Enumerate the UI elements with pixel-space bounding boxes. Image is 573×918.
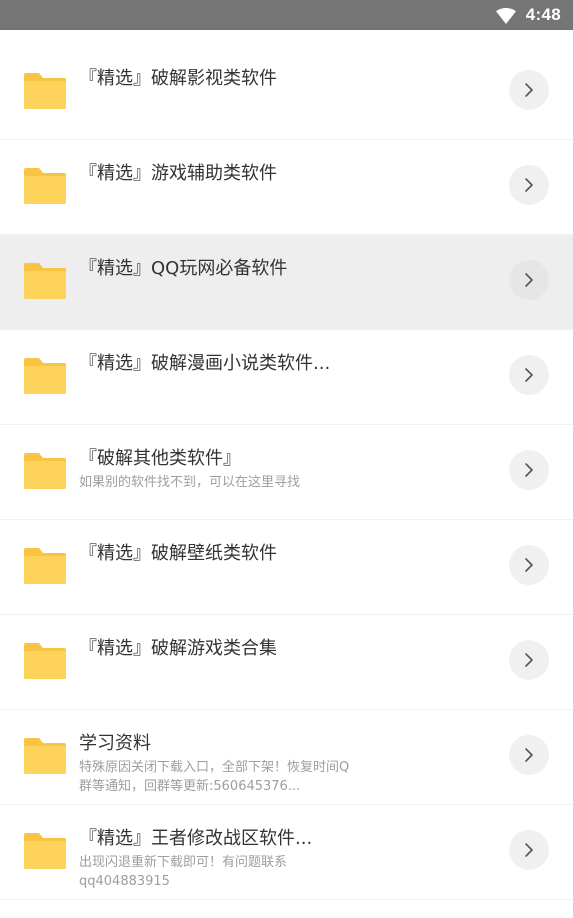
item-title: 『精选』破解游戏类合集 <box>79 638 277 659</box>
list-item-5[interactable]: 『破解其他类软件』 如果别的软件找不到，可以在这里寻找 <box>0 425 573 520</box>
list-item-1[interactable]: 『精选』破解影视类软件 <box>0 45 573 140</box>
chevron-right-icon <box>525 368 533 382</box>
folder-list: 『精选』破解影视类软件 『精选』游戏辅助类软件 『精选』QQ玩网必备软件 『精选… <box>0 45 573 900</box>
chevron-right-icon <box>525 558 533 572</box>
item-description-line2: 群等通知，回群等更新:560645376... <box>79 779 301 794</box>
item-text: 学习资料 特殊原因关闭下载入口，全部下架！恢复时间Q 群等通知，回群等更新:56… <box>79 732 493 796</box>
item-text: 『精选』破解游戏类合集 <box>79 637 493 661</box>
item-description-line2: qq404883915 <box>79 874 170 889</box>
item-title: 『精选』破解壁纸类软件 <box>79 543 277 564</box>
list-item-3[interactable]: 『精选』QQ玩网必备软件 <box>0 235 573 330</box>
open-folder-button[interactable] <box>509 735 549 775</box>
item-text: 『破解其他类软件』 如果别的软件找不到，可以在这里寻找 <box>79 447 493 492</box>
status-time: 4:48 <box>525 5 561 24</box>
open-folder-button[interactable] <box>509 830 549 870</box>
wifi-icon <box>495 7 516 24</box>
item-title: 学习资料 <box>79 733 151 754</box>
chevron-right-icon <box>525 843 533 857</box>
item-title: 『精选』破解漫画小说类软件... <box>79 353 331 374</box>
item-description: 如果别的软件找不到，可以在这里寻找 <box>79 475 301 490</box>
list-item-9[interactable]: 『精选』王者修改战区软件... 出现闪退重新下载即可！有问题联系 qq40488… <box>0 805 573 900</box>
item-title: 『精选』QQ玩网必备软件 <box>79 258 288 279</box>
folder-icon <box>24 548 66 584</box>
list-item-2[interactable]: 『精选』游戏辅助类软件 <box>0 140 573 235</box>
folder-icon <box>24 643 66 679</box>
chevron-right-icon <box>525 653 533 667</box>
item-text: 『精选』破解壁纸类软件 <box>79 542 493 566</box>
item-text: 『精选』QQ玩网必备软件 <box>79 257 493 281</box>
open-folder-button[interactable] <box>509 640 549 680</box>
folder-icon <box>24 168 66 204</box>
item-description: 出现闪退重新下载即可！有问题联系 <box>79 855 288 870</box>
status-bar: 4:48 <box>0 0 573 30</box>
item-text: 『精选』破解影视类软件 <box>79 67 493 91</box>
open-folder-button[interactable] <box>509 260 549 300</box>
list-item-7[interactable]: 『精选』破解游戏类合集 <box>0 615 573 710</box>
folder-icon <box>24 358 66 394</box>
chevron-right-icon <box>525 748 533 762</box>
item-title: 『精选』破解影视类软件 <box>79 68 277 89</box>
folder-icon <box>24 833 66 869</box>
chevron-right-icon <box>525 178 533 192</box>
folder-icon <box>24 73 66 109</box>
open-folder-button[interactable] <box>509 355 549 395</box>
chevron-right-icon <box>525 273 533 287</box>
item-text: 『精选』破解漫画小说类软件... <box>79 352 493 376</box>
item-title: 『精选』游戏辅助类软件 <box>79 163 277 184</box>
list-item-6[interactable]: 『精选』破解壁纸类软件 <box>0 520 573 615</box>
folder-icon <box>24 263 66 299</box>
open-folder-button[interactable] <box>509 545 549 585</box>
list-item-4[interactable]: 『精选』破解漫画小说类软件... <box>0 330 573 425</box>
chevron-right-icon <box>525 463 533 477</box>
folder-icon <box>24 453 66 489</box>
list-item-8[interactable]: 学习资料 特殊原因关闭下载入口，全部下架！恢复时间Q 群等通知，回群等更新:56… <box>0 710 573 805</box>
item-text: 『精选』游戏辅助类软件 <box>79 162 493 186</box>
item-description: 特殊原因关闭下载入口，全部下架！恢复时间Q <box>79 760 350 775</box>
open-folder-button[interactable] <box>509 165 549 205</box>
folder-icon <box>24 738 66 774</box>
open-folder-button[interactable] <box>509 450 549 490</box>
open-folder-button[interactable] <box>509 70 549 110</box>
item-title: 『破解其他类软件』 <box>79 448 241 469</box>
chevron-right-icon <box>525 83 533 97</box>
item-text: 『精选』王者修改战区软件... 出现闪退重新下载即可！有问题联系 qq40488… <box>79 827 493 891</box>
item-title: 『精选』王者修改战区软件... <box>79 828 313 849</box>
